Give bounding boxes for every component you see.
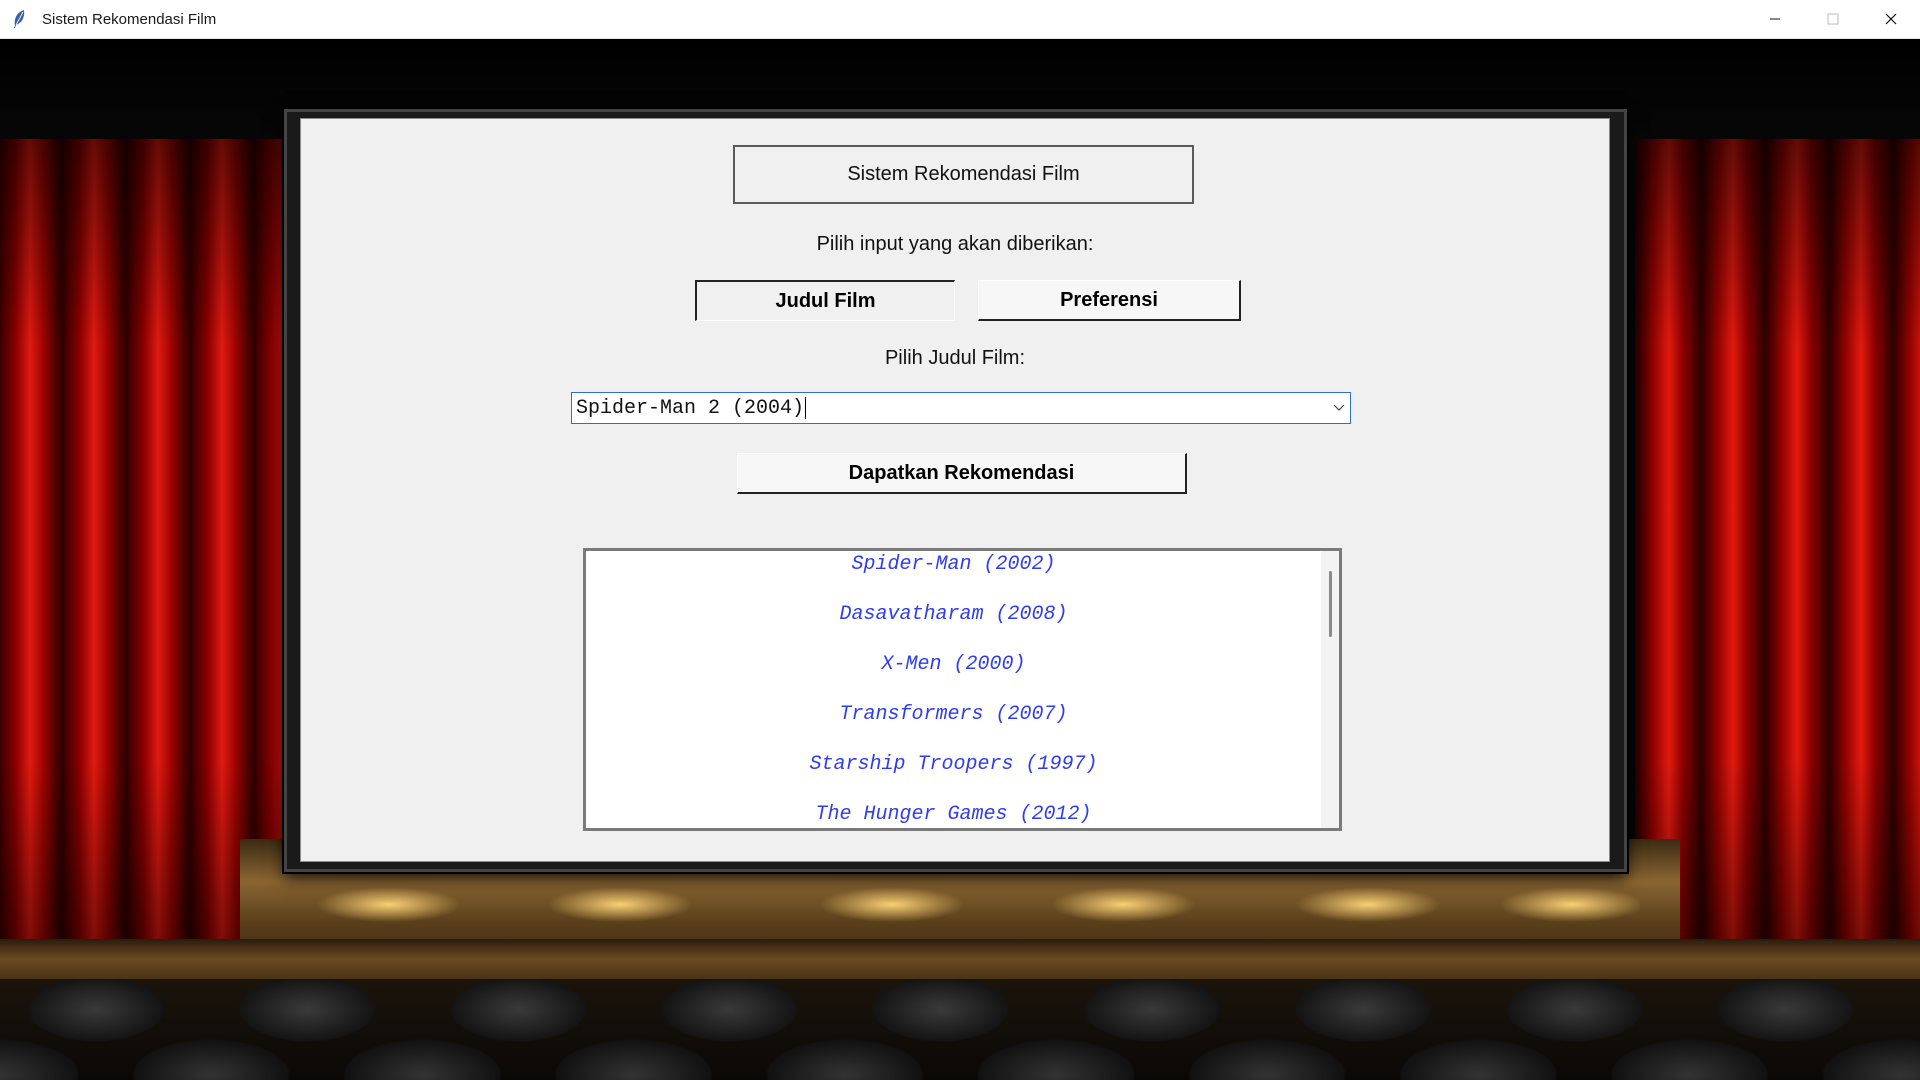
window-title: Sistem Rekomendasi Film bbox=[42, 10, 217, 28]
list-item[interactable]: X-Men (2000) bbox=[586, 651, 1321, 701]
list-item[interactable]: The Hunger Games (2012) bbox=[586, 801, 1321, 828]
maximize-button[interactable] bbox=[1804, 0, 1862, 39]
list-item[interactable]: Dasavatharam (2008) bbox=[586, 601, 1321, 651]
minimize-button[interactable] bbox=[1746, 0, 1804, 39]
maximize-icon bbox=[1827, 13, 1839, 25]
list-item[interactable]: Spider-Man (2002) bbox=[586, 551, 1321, 601]
close-icon bbox=[1885, 13, 1897, 25]
minimize-icon bbox=[1770, 18, 1780, 20]
movie-title-combobox[interactable]: Spider-Man 2 (2004) bbox=[571, 392, 1351, 424]
preferensi-button[interactable]: Preferensi bbox=[978, 280, 1241, 321]
vertical-scrollbar[interactable] bbox=[1321, 551, 1339, 828]
recommendations-list: Spider-Man (2002) Dasavatharam (2008) X-… bbox=[586, 551, 1321, 828]
movie-select-label: Pilih Judul Film: bbox=[884, 347, 1026, 369]
list-item[interactable]: Starship Troopers (1997) bbox=[586, 751, 1321, 801]
audience-seats bbox=[0, 979, 1920, 1080]
input-type-label: Pilih input yang akan diberikan: bbox=[816, 233, 1094, 255]
movie-title-value[interactable]: Spider-Man 2 (2004) bbox=[572, 397, 804, 420]
main-panel: Sistem Rekomendasi Film Pilih input yang… bbox=[300, 118, 1610, 862]
chevron-down-icon[interactable] bbox=[1328, 393, 1350, 423]
list-item[interactable]: Transformers (2007) bbox=[586, 701, 1321, 751]
feather-icon bbox=[12, 9, 30, 29]
window-titlebar: Sistem Rekomendasi Film bbox=[0, 0, 1920, 39]
scrollbar-thumb[interactable] bbox=[1329, 571, 1332, 637]
theater-background: Sistem Rekomendasi Film Pilih input yang… bbox=[0, 39, 1920, 1080]
get-recommendations-button[interactable]: Dapatkan Rekomendasi bbox=[737, 453, 1187, 494]
app-title: Sistem Rekomendasi Film bbox=[733, 145, 1194, 204]
screen-frame: Sistem Rekomendasi Film Pilih input yang… bbox=[284, 109, 1627, 872]
window-controls bbox=[1746, 0, 1920, 39]
text-caret bbox=[805, 397, 807, 419]
judul-film-button[interactable]: Judul Film bbox=[695, 280, 955, 321]
recommendations-listbox[interactable]: Spider-Man (2002) Dasavatharam (2008) X-… bbox=[583, 548, 1342, 831]
close-button[interactable] bbox=[1862, 0, 1920, 39]
